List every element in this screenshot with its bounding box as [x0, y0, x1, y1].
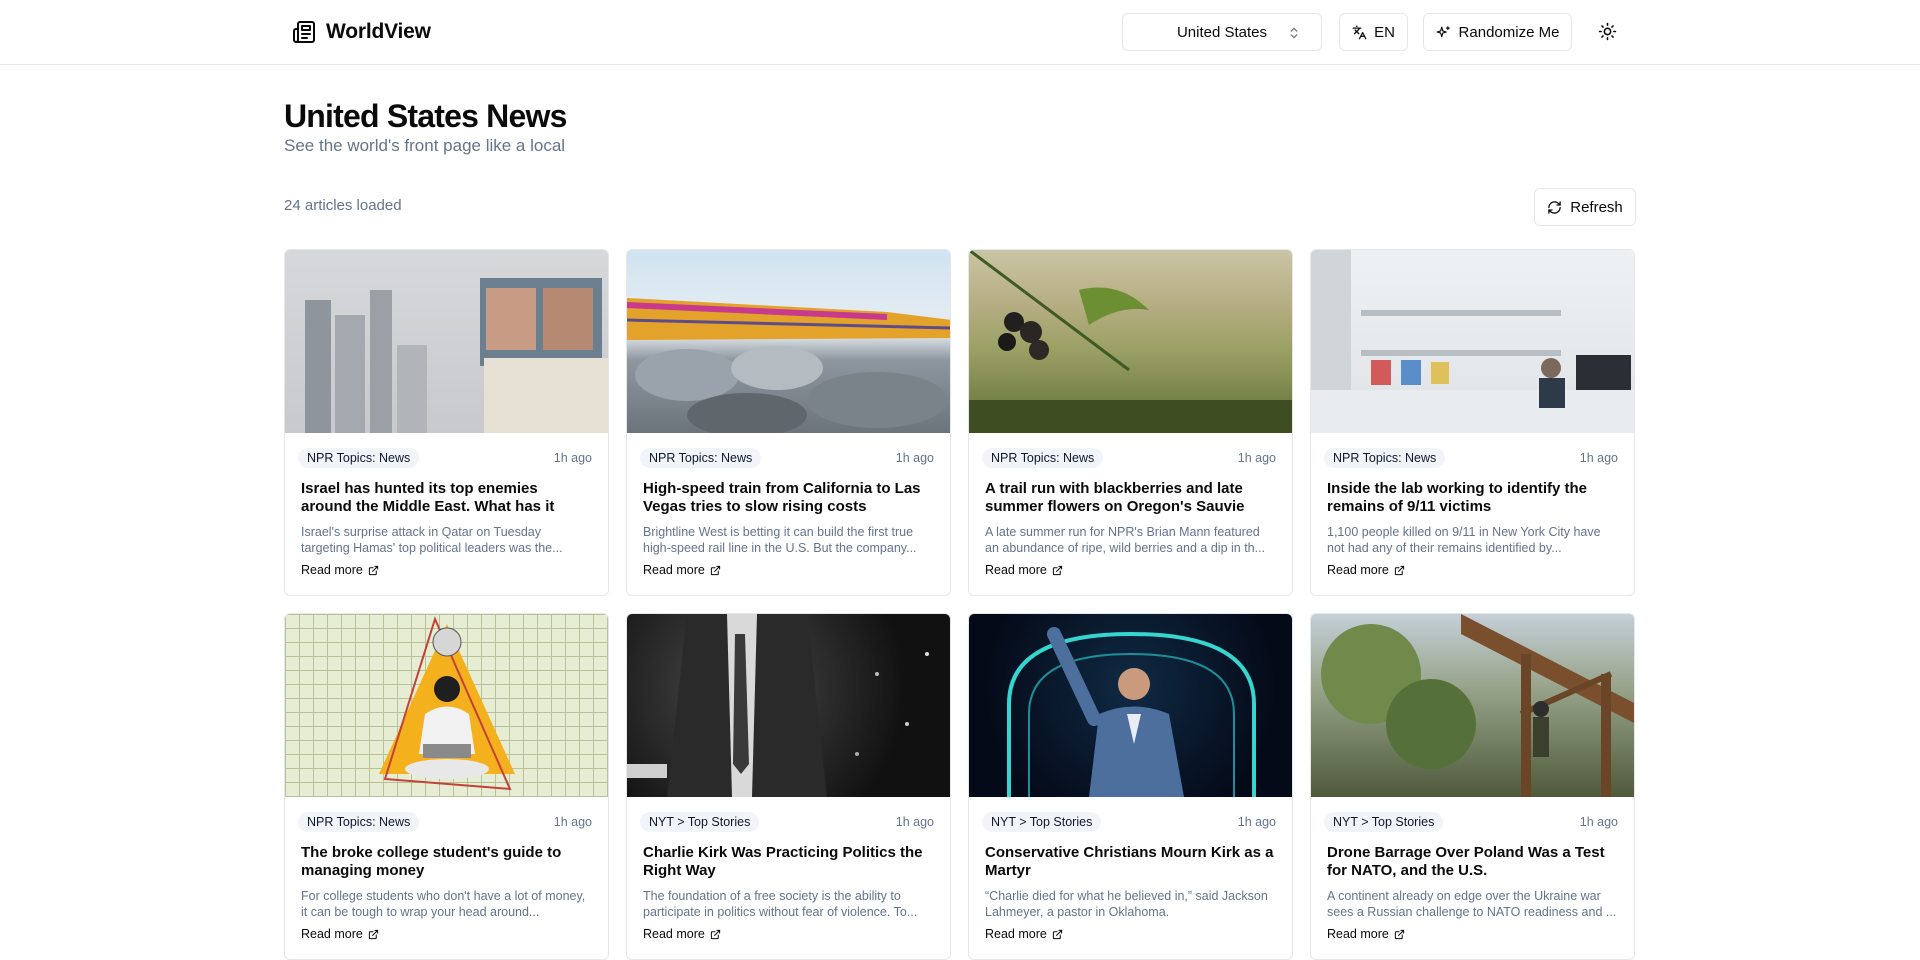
read-more-link[interactable]: Read more: [985, 563, 1063, 577]
brand[interactable]: WorldView: [292, 20, 431, 44]
article-title[interactable]: High-speed train from California to Las …: [627, 480, 950, 516]
article-title[interactable]: Drone Barrage Over Poland Was a Test for…: [1311, 844, 1634, 880]
refresh-icon: [1548, 200, 1561, 214]
sparkles-icon: [1436, 25, 1450, 37]
top-bar: WorldView United States EN Randomize Me: [0, 0, 1920, 65]
randomize-button[interactable]: Randomize Me: [1423, 13, 1572, 51]
country-select[interactable]: United States: [1122, 13, 1322, 51]
article-title[interactable]: A trail run with blackberries and late s…: [969, 480, 1292, 516]
article-title[interactable]: Conservative Christians Mourn Kirk as a …: [969, 844, 1292, 880]
article-card[interactable]: NYT > Top Stories 1h ago Drone Barrage O…: [1310, 613, 1635, 960]
article-image: [285, 614, 608, 797]
language-label: EN: [1374, 23, 1395, 41]
article-image: [969, 614, 1292, 797]
article-image: [627, 614, 950, 797]
article-card[interactable]: NPR Topics: News 1h ago A trail run with…: [968, 249, 1293, 596]
read-more-link[interactable]: Read more: [301, 927, 379, 941]
article-time: 1h ago: [1579, 815, 1618, 829]
language-button[interactable]: EN: [1339, 13, 1408, 51]
read-more-link[interactable]: Read more: [1327, 927, 1405, 941]
article-card[interactable]: NPR Topics: News 1h ago High-speed train…: [626, 249, 951, 596]
article-time: 1h ago: [553, 451, 592, 465]
external-link-icon: [710, 929, 720, 939]
external-link-icon: [710, 565, 720, 575]
chevron-up-down-icon: [1290, 27, 1298, 39]
read-more-link[interactable]: Read more: [643, 927, 721, 941]
read-more-label: Read more: [301, 563, 363, 577]
external-link-icon: [1052, 929, 1062, 939]
article-title[interactable]: The broke college student's guide to man…: [285, 844, 608, 880]
article-time: 1h ago: [1237, 815, 1276, 829]
article-time: 1h ago: [553, 815, 592, 829]
external-link-icon: [1394, 565, 1404, 575]
source-badge: NPR Topics: News: [1324, 448, 1446, 468]
external-link-icon: [368, 929, 378, 939]
randomize-label: Randomize Me: [1458, 23, 1560, 41]
source-badge: NYT > Top Stories: [640, 812, 760, 832]
read-more-label: Read more: [985, 927, 1047, 941]
read-more-label: Read more: [643, 927, 705, 941]
article-time: 1h ago: [1237, 451, 1276, 465]
app-title: WorldView: [326, 20, 431, 43]
articles-count: 24 articles loaded: [284, 197, 402, 214]
source-badge: NYT > Top Stories: [982, 812, 1102, 832]
article-card[interactable]: NPR Topics: News 1h ago The broke colleg…: [284, 613, 609, 960]
source-badge: NYT > Top Stories: [1324, 812, 1444, 832]
article-description: A late summer run for NPR's Brian Mann f…: [985, 525, 1266, 555]
article-image: [627, 250, 950, 433]
article-description: Brightline West is betting it can build …: [643, 525, 917, 555]
article-description: A continent already on edge over the Ukr…: [1327, 889, 1617, 919]
article-time: 1h ago: [895, 815, 934, 829]
article-description: “Charlie died for what he believed in,” …: [985, 889, 1268, 919]
translate-icon: [1352, 25, 1367, 39]
article-title[interactable]: Inside the lab working to identify the r…: [1311, 480, 1634, 516]
sun-icon: [1598, 22, 1617, 41]
read-more-link[interactable]: Read more: [643, 563, 721, 577]
external-link-icon: [1394, 929, 1404, 939]
read-more-label: Read more: [643, 563, 705, 577]
article-image: [1311, 250, 1634, 433]
article-image: [969, 250, 1292, 433]
articles-grid: NPR Topics: News 1h ago Israel has hunte…: [284, 249, 1636, 960]
article-image: [285, 250, 608, 433]
article-description: The foundation of a free society is the …: [643, 889, 918, 919]
source-badge: NPR Topics: News: [982, 448, 1104, 468]
article-card[interactable]: NYT > Top Stories 1h ago Charlie Kirk Wa…: [626, 613, 951, 960]
read-more-label: Read more: [301, 927, 363, 941]
article-time: 1h ago: [1579, 451, 1618, 465]
external-link-icon: [368, 565, 378, 575]
source-badge: NPR Topics: News: [298, 448, 420, 468]
read-more-link[interactable]: Read more: [985, 927, 1063, 941]
article-title[interactable]: Charlie Kirk Was Practicing Politics the…: [627, 844, 950, 880]
refresh-button[interactable]: Refresh: [1534, 188, 1636, 226]
source-badge: NPR Topics: News: [298, 812, 420, 832]
article-image: [1311, 614, 1634, 797]
article-card[interactable]: NPR Topics: News 1h ago Inside the lab w…: [1310, 249, 1635, 596]
article-card[interactable]: NYT > Top Stories 1h ago Conservative Ch…: [968, 613, 1293, 960]
read-more-label: Read more: [1327, 563, 1389, 577]
read-more-label: Read more: [1327, 927, 1389, 941]
country-select-value: United States: [1176, 23, 1268, 41]
article-description: 1,100 people killed on 9/11 in New York …: [1327, 525, 1601, 555]
read-more-link[interactable]: Read more: [1327, 563, 1405, 577]
article-description: For college students who don't have a lo…: [301, 889, 586, 919]
external-link-icon: [1052, 565, 1062, 575]
article-time: 1h ago: [895, 451, 934, 465]
article-description: Israel's surprise attack in Qatar on Tue…: [301, 525, 563, 555]
newspaper-icon: [293, 21, 315, 43]
page-subtitle: See the world's front page like a local: [284, 136, 566, 155]
article-title[interactable]: Israel has hunted its top enemies around…: [285, 480, 608, 516]
refresh-label: Refresh: [1570, 198, 1623, 216]
page-title: United States News: [284, 98, 567, 134]
source-badge: NPR Topics: News: [640, 448, 762, 468]
read-more-link[interactable]: Read more: [301, 563, 379, 577]
theme-toggle[interactable]: [1598, 22, 1617, 46]
article-card[interactable]: NPR Topics: News 1h ago Israel has hunte…: [284, 249, 609, 596]
read-more-label: Read more: [985, 563, 1047, 577]
